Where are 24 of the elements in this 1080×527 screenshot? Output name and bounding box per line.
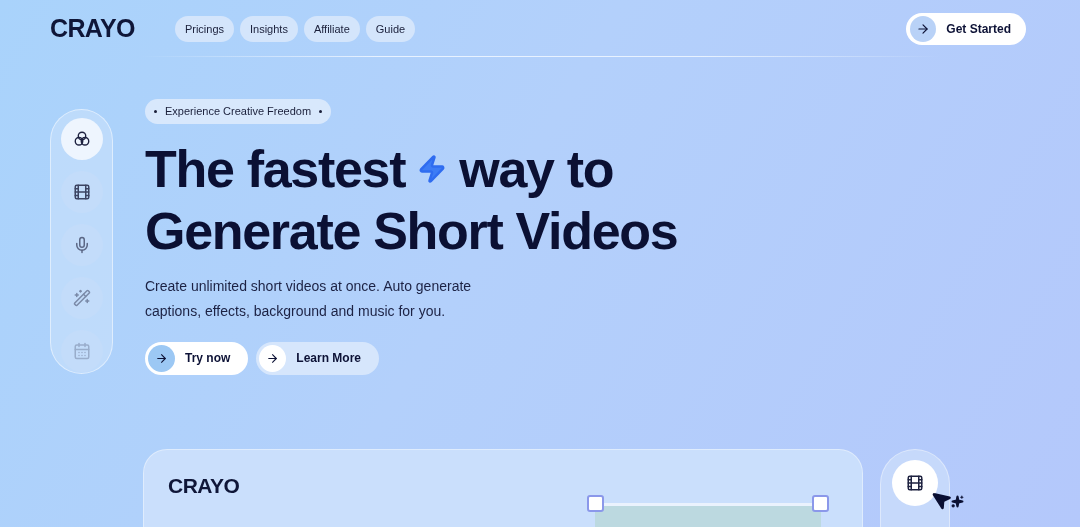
calendar-icon: [72, 342, 91, 360]
hero-button[interactable]: Learn More: [256, 341, 380, 375]
nav-link[interactable]: Insights: [240, 15, 298, 43]
tagline-badge: Experience Creative Freedom: [145, 99, 332, 124]
crop-handle[interactable]: [812, 495, 829, 512]
magic-wand-icon: [72, 289, 91, 307]
headline: Generate Short Videos: [145, 200, 678, 262]
film-icon: [72, 183, 91, 201]
nav-link[interactable]: Guide: [365, 15, 416, 43]
sparkle-icon: [951, 495, 964, 508]
logo[interactable]: CRAYO: [50, 10, 135, 48]
hero-description: Create unlimited short videos at once. Auto generate captions, effects, background and music for you.: [145, 276, 473, 321]
nav-link[interactable]: Affiliate: [303, 15, 360, 43]
crop-handle[interactable]: [587, 495, 604, 512]
preview-logo: CRAYO: [168, 473, 240, 499]
nav-link[interactable]: Pricings: [174, 15, 234, 43]
tool-button[interactable]: [60, 171, 103, 213]
headline: way to: [459, 138, 614, 200]
get-started-button[interactable]: Get Started: [906, 13, 1026, 45]
tool-button[interactable]: [60, 118, 103, 160]
headline: The fastest: [145, 138, 406, 200]
hero-button[interactable]: Try now: [145, 341, 249, 375]
film-icon: [906, 474, 924, 492]
circles-icon: [72, 130, 91, 148]
